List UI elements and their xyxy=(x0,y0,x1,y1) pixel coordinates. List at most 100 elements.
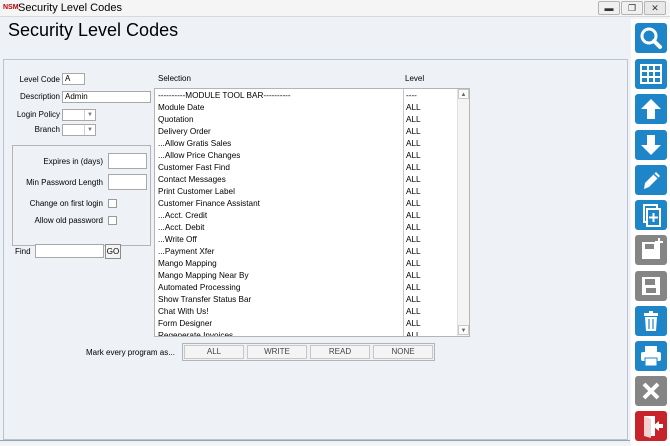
level-cell[interactable]: ALL xyxy=(406,330,421,336)
browse-table-button[interactable] xyxy=(635,59,667,89)
selection-cell: ...Acct. Debit xyxy=(158,223,205,232)
level-cell[interactable]: ALL xyxy=(406,234,421,246)
main-panel: Security Level Codes Level Code A Descri… xyxy=(0,17,630,443)
list-scrollbar[interactable]: ▲ ▼ xyxy=(457,89,469,336)
level-cell[interactable]: ALL xyxy=(406,150,421,162)
list-item[interactable]: Delivery Order ALL xyxy=(155,126,457,138)
branch-dropdown[interactable]: ▼ xyxy=(62,124,96,136)
window-titlebar: NSM Security Level Codes ▬ ❐ ✕ xyxy=(0,0,670,17)
list-item[interactable]: Show Transfer Status Bar ALL xyxy=(155,294,457,306)
list-item[interactable]: Mango Mapping ALL xyxy=(155,258,457,270)
login-policy-label: Login Policy xyxy=(16,110,60,119)
level-cell[interactable]: ALL xyxy=(406,294,421,306)
go-button[interactable]: GO xyxy=(105,244,121,259)
selection-cell: ...Payment Xfer xyxy=(158,247,215,256)
level-cell[interactable]: ALL xyxy=(406,246,421,258)
level-cell[interactable]: ALL xyxy=(406,258,421,270)
exit-button[interactable] xyxy=(635,411,667,441)
list-item[interactable]: Print Customer Label ALL xyxy=(155,186,457,198)
level-cell[interactable]: ALL xyxy=(406,270,421,282)
chevron-down-icon: ▼ xyxy=(84,125,95,135)
exit-icon xyxy=(644,416,663,438)
list-item[interactable]: Customer Finance Assistant ALL xyxy=(155,198,457,210)
list-item[interactable]: ...Acct. Debit ALL xyxy=(155,222,457,234)
minimize-button[interactable]: ▬ xyxy=(598,1,620,15)
list-item[interactable]: ...Allow Gratis Sales ALL xyxy=(155,138,457,150)
print-button[interactable] xyxy=(635,341,667,371)
allow-old-password-label: Allow old password xyxy=(34,216,103,225)
selection-cell: Automated Processing xyxy=(158,283,241,292)
app-icon: NSM xyxy=(3,4,19,11)
table-icon xyxy=(640,64,662,84)
program-list[interactable]: ----------MODULE TOOL BAR---------- ---- M… xyxy=(154,88,470,337)
level-cell[interactable]: ALL xyxy=(406,306,421,318)
delete-button[interactable] xyxy=(635,306,667,336)
list-item[interactable]: Automated Processing ALL xyxy=(155,282,457,294)
list-item[interactable]: ----------MODULE TOOL BAR---------- ---- xyxy=(155,90,457,102)
allow-old-password-checkbox[interactable] xyxy=(108,216,117,225)
list-item[interactable]: ...Allow Price Changes ALL xyxy=(155,150,457,162)
selection-cell: Mango Mapping xyxy=(158,259,217,268)
list-item[interactable]: Customer Fast Find ALL xyxy=(155,162,457,174)
find-input[interactable] xyxy=(35,244,104,258)
level-cell[interactable]: ALL xyxy=(406,114,421,126)
edit-button[interactable] xyxy=(635,165,667,195)
level-cell[interactable]: ALL xyxy=(406,162,421,174)
chevron-down-icon: ▼ xyxy=(84,110,95,120)
save-as-new-button[interactable] xyxy=(635,235,667,265)
level-cell[interactable]: ALL xyxy=(406,210,421,222)
next-record-button[interactable] xyxy=(635,130,667,160)
mark-every-program-label: Mark every program as... xyxy=(86,348,175,357)
new-record-button[interactable] xyxy=(635,200,667,230)
search-button[interactable] xyxy=(635,23,667,53)
mark-read-button[interactable]: READ xyxy=(310,345,370,359)
scroll-up-icon[interactable]: ▲ xyxy=(458,89,469,99)
mark-none-button[interactable]: NONE xyxy=(373,345,433,359)
level-cell[interactable]: ALL xyxy=(406,102,421,114)
delete-trash-icon xyxy=(644,311,658,331)
list-item[interactable]: ...Payment Xfer ALL xyxy=(155,246,457,258)
level-cell[interactable]: ALL xyxy=(406,174,421,186)
level-cell[interactable]: ALL xyxy=(406,138,421,150)
list-item[interactable]: ...Write Off ALL xyxy=(155,234,457,246)
selection-column-header: Selection xyxy=(158,74,191,83)
change-on-first-login-checkbox[interactable] xyxy=(108,199,117,208)
description-field[interactable]: Admin xyxy=(62,91,151,103)
level-cell[interactable]: ---- xyxy=(406,90,417,102)
mark-write-button[interactable]: WRITE xyxy=(247,345,307,359)
login-policy-dropdown[interactable]: ▼ xyxy=(62,109,96,121)
level-cell[interactable]: ALL xyxy=(406,186,421,198)
save-button[interactable] xyxy=(635,271,667,301)
previous-record-button[interactable] xyxy=(635,94,667,124)
selection-cell: Print Customer Label xyxy=(158,187,235,196)
cancel-button[interactable] xyxy=(635,376,667,406)
description-label: Description xyxy=(19,92,60,101)
list-item[interactable]: Module Date ALL xyxy=(155,102,457,114)
list-item[interactable]: Mango Mapping Near By ALL xyxy=(155,270,457,282)
min-password-length-field[interactable] xyxy=(108,174,147,190)
maximize-button[interactable]: ❐ xyxy=(621,1,643,15)
expires-label: Expires in (days) xyxy=(43,157,103,166)
scroll-down-icon[interactable]: ▼ xyxy=(458,325,469,335)
level-cell[interactable]: ALL xyxy=(406,198,421,210)
level-cell[interactable]: ALL xyxy=(406,318,421,330)
level-cell[interactable]: ALL xyxy=(406,126,421,138)
window-title: Security Level Codes xyxy=(18,2,122,14)
close-window-button[interactable]: ✕ xyxy=(644,1,666,15)
list-item[interactable]: Form Designer ALL xyxy=(155,318,457,330)
selection-cell: Customer Fast Find xyxy=(158,163,230,172)
find-label: Find xyxy=(15,247,31,256)
list-item[interactable]: ...Acct. Credit ALL xyxy=(155,210,457,222)
list-item[interactable]: Chat With Us! ALL xyxy=(155,306,457,318)
selection-cell: ...Allow Gratis Sales xyxy=(158,139,232,148)
level-cell[interactable]: ALL xyxy=(406,222,421,234)
expires-days-field[interactable] xyxy=(108,153,147,169)
list-item[interactable]: Contact Messages ALL xyxy=(155,174,457,186)
level-code-field[interactable]: A xyxy=(62,73,85,85)
level-cell[interactable]: ALL xyxy=(406,282,421,294)
list-item[interactable]: Regenerate Invoices ALL xyxy=(155,330,457,336)
arrow-down-icon xyxy=(641,135,661,155)
list-item[interactable]: Quotation ALL xyxy=(155,114,457,126)
mark-all-button[interactable]: ALL xyxy=(184,345,244,359)
save-icon xyxy=(642,277,660,295)
